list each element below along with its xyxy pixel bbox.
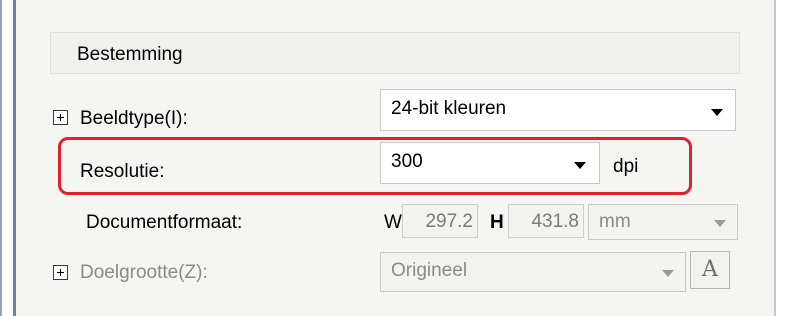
unit-value: mm — [599, 211, 631, 232]
window-edge — [0, 0, 2, 316]
height-letter: H — [490, 212, 504, 233]
chevron-down-icon — [662, 270, 674, 277]
chevron-down-icon — [714, 220, 726, 227]
orientation-button: A — [690, 251, 730, 289]
target-size-value: Origineel — [391, 260, 468, 281]
target-size-label: Doelgrootte(Z): — [80, 262, 208, 283]
image-type-label: Beeldtype(I): — [80, 108, 188, 129]
unit-select: mm — [588, 204, 738, 240]
resolution-highlight-outline — [58, 137, 692, 195]
section-header: Bestemming — [50, 32, 740, 74]
expand-image-type-icon[interactable] — [53, 110, 68, 125]
section-title: Bestemming — [77, 44, 183, 65]
target-size-select: Origineel — [380, 252, 686, 292]
height-field: 431.8 — [508, 204, 584, 238]
width-field: 297.2 — [402, 204, 478, 238]
expand-target-size-icon — [53, 265, 68, 280]
document-size-label: Documentformaat: — [86, 212, 243, 233]
chevron-down-icon — [711, 109, 723, 116]
image-type-select[interactable]: 24-bit kleuren — [380, 89, 736, 131]
image-type-value: 24-bit kleuren — [391, 98, 507, 119]
width-letter: W — [384, 212, 402, 233]
